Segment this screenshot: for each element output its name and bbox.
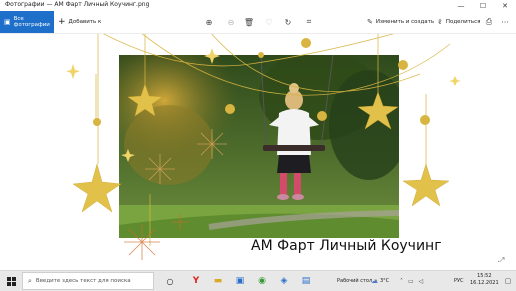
share-icon: ⇪ (437, 18, 443, 26)
file-explorer-button[interactable]: ▬ (210, 271, 226, 291)
app-icon-1: ◉ (258, 276, 266, 286)
edit-create-label: Изменить и создать (375, 19, 435, 25)
zoom-out-button[interactable]: ⊖ (224, 11, 238, 33)
edit-icon: ✎ (367, 18, 373, 26)
weather-widget[interactable]: ☁ 3°C (371, 271, 389, 291)
print-icon: ⎙ (485, 17, 493, 26)
photos-app-button[interactable]: ▤ (298, 271, 314, 291)
clock-date: 16.12.2021 (470, 280, 499, 286)
photos-app-icon: ▤ (301, 276, 311, 286)
minimize-icon: — (457, 1, 465, 10)
favorite-button[interactable]: ♡ (262, 11, 276, 33)
network-icon: ▭ (408, 277, 414, 285)
task-view-button[interactable]: ○ (162, 271, 178, 291)
all-photos-button[interactable]: ▣ Все фотографии (0, 11, 54, 33)
zoom-in-icon: ⊕ (205, 17, 213, 27)
task-view-icon: ○ (166, 276, 174, 286)
app-button-2[interactable]: ◈ (276, 271, 292, 291)
title-bar: Фотографии — АМ Фарт Личный Коучинг.png … (0, 0, 516, 11)
minimize-button[interactable]: — (450, 0, 472, 11)
desktop-label: Рабочий стол (337, 278, 373, 284)
chevron-up-icon: ˄ (400, 277, 403, 285)
volume-icon: ◁ (418, 277, 424, 285)
app-button-1[interactable]: ◉ (254, 271, 270, 291)
crop-button[interactable]: ⌗ (302, 11, 316, 33)
toolbar: ▣ Все фотографии + Добавить к ⊕ ⊖ 🗑 ♡ ↻ … (0, 11, 516, 34)
maximize-icon: ☐ (479, 1, 487, 10)
zoom-out-icon: ⊖ (227, 17, 235, 27)
system-tray-icons[interactable]: ˄ ▭ ◁ (400, 271, 423, 291)
zoom-in-button[interactable]: ⊕ (202, 11, 216, 33)
search-placeholder: Введите здесь текст для поиска (35, 278, 131, 284)
taskbar: ⌕ Введите здесь текст для поиска ○ Y ▬ ▣… (0, 270, 516, 291)
language-label: РУС (454, 278, 464, 284)
app-icon-2: ◈ (280, 276, 288, 286)
close-button[interactable]: ✕ (494, 0, 516, 11)
delete-icon: 🗑 (243, 17, 255, 27)
yandex-icon: Y (192, 276, 200, 286)
clock-time: 15:52 (477, 273, 492, 279)
maximize-button[interactable]: ☐ (472, 0, 494, 11)
all-photos-label: Все фотографии (13, 16, 50, 28)
start-button[interactable] (0, 271, 22, 291)
image-caption: АМ Фарт Личный Коучинг (251, 238, 442, 254)
notifications-button[interactable]: ▢ (500, 271, 516, 291)
edit-create-button[interactable]: ✎ Изменить и создать ⌄ (367, 11, 441, 33)
window-title: Фотографии — АМ Фарт Личный Коучинг.png (5, 1, 150, 8)
notification-icon: ▢ (504, 277, 512, 285)
gold-decorations (66, 34, 461, 260)
cloud-icon: ☁ (371, 277, 378, 285)
folder-icon: ▬ (213, 276, 223, 286)
more-icon: ··· (501, 17, 509, 27)
taskbar-search[interactable]: ⌕ Введите здесь текст для поиска (22, 272, 154, 290)
photos-icon: ▣ (4, 18, 11, 26)
clock[interactable]: 15:52 16.12.2021 (470, 273, 499, 287)
windows-icon (6, 276, 16, 286)
expand-icon[interactable]: ⤢ (498, 256, 512, 262)
more-button[interactable]: ··· (498, 11, 512, 33)
rotate-icon: ↻ (284, 17, 292, 27)
share-label: Поделиться (445, 19, 481, 25)
yandex-browser-button[interactable]: Y (188, 271, 204, 291)
search-icon: ⌕ (28, 276, 32, 285)
print-button[interactable]: ⎙ (482, 11, 496, 33)
add-to-button[interactable]: + Добавить к (58, 11, 101, 33)
share-button[interactable]: ⇪ Поделиться (437, 11, 480, 33)
weather-temp: 3°C (380, 278, 390, 284)
favorite-icon: ♡ (265, 17, 273, 27)
rotate-button[interactable]: ↻ (281, 11, 295, 33)
store-button[interactable]: ▣ (232, 271, 248, 291)
add-to-label: Добавить к (68, 19, 102, 25)
crop-icon: ⌗ (306, 17, 312, 26)
plus-icon: + (58, 17, 66, 27)
delete-button[interactable]: 🗑 (242, 11, 256, 33)
close-icon: ✕ (502, 1, 508, 10)
language-indicator[interactable]: РУС (454, 271, 464, 291)
image-viewer[interactable]: АМ Фарт Личный Коучинг ⤢ (0, 34, 516, 262)
store-icon: ▣ (235, 276, 245, 286)
